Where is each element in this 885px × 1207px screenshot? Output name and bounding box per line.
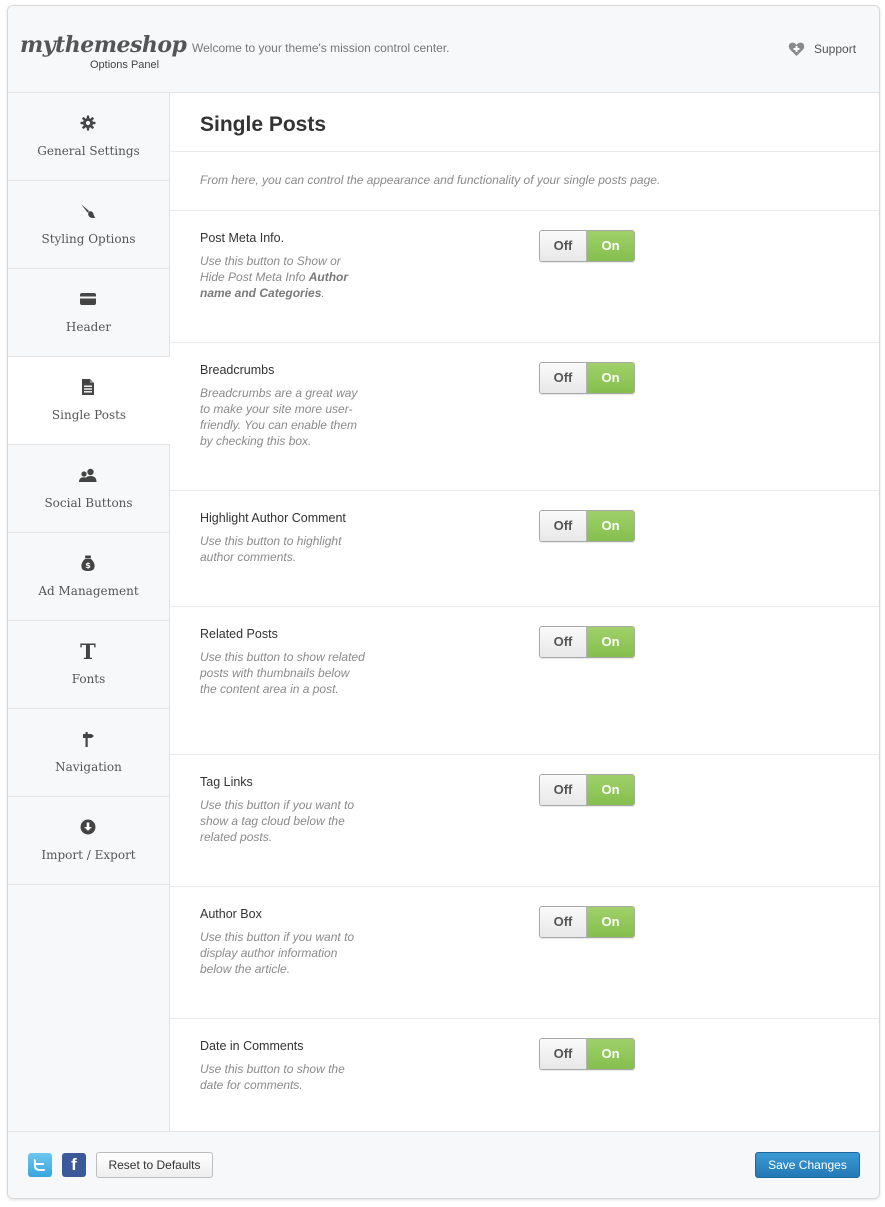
sidebar: General Settings Styling Options Header …	[8, 93, 170, 1131]
users-icon	[78, 465, 98, 485]
logo-subtitle: Options Panel	[90, 59, 160, 71]
option-description: Use this button to show the date for com…	[200, 1062, 345, 1092]
toggle-on[interactable]: On	[587, 231, 634, 261]
option-breadcrumbs: Breadcrumbs Breadcrumbs are a great way …	[170, 342, 879, 490]
sidebar-item-fonts[interactable]: T Fonts	[8, 621, 169, 709]
toggle-on[interactable]: On	[587, 907, 634, 937]
option-description: Use this button if you want to show a ta…	[200, 798, 355, 844]
facebook-icon: f	[71, 1155, 77, 1174]
sidebar-item-styling-options[interactable]: Styling Options	[8, 181, 169, 269]
brush-icon	[78, 201, 98, 221]
support-label: Support	[814, 42, 857, 56]
page-title: Single Posts	[200, 113, 327, 136]
logo[interactable]: mythemeshop	[20, 32, 187, 58]
option-description: Use this button to highlight author comm…	[200, 534, 342, 564]
toggle-switch[interactable]: Off On	[539, 230, 635, 262]
card-icon	[78, 289, 98, 309]
footer: f Reset to Defaults Save Changes	[8, 1131, 879, 1198]
toggle-switch[interactable]: Off On	[539, 362, 635, 394]
sidebar-item-navigation[interactable]: Navigation	[8, 709, 169, 797]
option-title: Date in Comments	[200, 1039, 304, 1053]
toggle-switch[interactable]: Off On	[539, 774, 635, 806]
sidebar-item-label: General Settings	[37, 144, 140, 158]
toggle-off[interactable]: Off	[540, 1039, 587, 1069]
option-title: Author Box	[200, 907, 262, 921]
toggle-on[interactable]: On	[587, 627, 634, 657]
option-description: Use this button if you want to display a…	[200, 930, 355, 976]
toggle-on[interactable]: On	[587, 1039, 634, 1069]
toggle-off[interactable]: Off	[540, 363, 587, 393]
toggle-off[interactable]: Off	[540, 231, 587, 261]
money-bag-icon: $	[78, 553, 98, 573]
toggle-switch[interactable]: Off On	[539, 906, 635, 938]
options-panel: mythemeshop Options Panel Welcome to you…	[7, 5, 880, 1199]
option-title: Tag Links	[200, 775, 253, 789]
option-post-meta-info: Post Meta Info. Use this button to Show …	[170, 210, 879, 342]
sidebar-item-single-posts[interactable]: Single Posts	[8, 357, 170, 445]
toggle-on[interactable]: On	[587, 511, 634, 541]
main-content: Single Posts From here, you can control …	[170, 93, 879, 1131]
toggle-off[interactable]: Off	[540, 511, 587, 541]
sidebar-item-label: Ad Management	[38, 584, 139, 598]
sidebar-item-social-buttons[interactable]: Social Buttons	[8, 445, 169, 533]
gear-icon	[78, 113, 98, 133]
sidebar-item-import-export[interactable]: Import / Export	[8, 797, 169, 885]
toggle-off[interactable]: Off	[540, 775, 587, 805]
heart-plus-icon	[788, 42, 805, 56]
document-icon	[78, 377, 98, 397]
sidebar-item-general-settings[interactable]: General Settings	[8, 93, 169, 181]
signpost-icon	[78, 729, 98, 749]
option-title: Highlight Author Comment	[200, 511, 346, 525]
toggle-switch[interactable]: Off On	[539, 1038, 635, 1070]
sidebar-item-ad-management[interactable]: $ Ad Management	[8, 533, 169, 621]
toggle-off[interactable]: Off	[540, 627, 587, 657]
option-highlight-author-comment: Highlight Author Comment Use this button…	[170, 490, 879, 606]
toggle-on[interactable]: On	[587, 775, 634, 805]
divider	[170, 151, 879, 152]
toggle-switch[interactable]: Off On	[539, 510, 635, 542]
sidebar-item-label: Import / Export	[41, 848, 136, 862]
facebook-button[interactable]: f	[62, 1153, 86, 1177]
option-title: Post Meta Info.	[200, 231, 285, 245]
option-description: Use this button to Show or Hide Post Met…	[200, 253, 365, 301]
download-circle-icon	[78, 817, 98, 837]
option-date-in-comments: Date in Comments Use this button to show…	[170, 1018, 879, 1131]
sidebar-item-label: Single Posts	[51, 408, 127, 422]
option-author-box: Author Box Use this button if you want t…	[170, 886, 879, 1018]
header: mythemeshop Options Panel Welcome to you…	[8, 6, 879, 93]
type-icon: T	[78, 641, 98, 661]
option-related-posts: Related Posts Use this button to show re…	[170, 606, 879, 754]
svg-text:T: T	[80, 642, 96, 660]
toggle-switch[interactable]: Off On	[539, 626, 635, 658]
option-description: Use this button to show related posts wi…	[200, 650, 365, 696]
option-description: Breadcrumbs are a great way to make your…	[200, 386, 358, 448]
option-title: Related Posts	[200, 627, 278, 641]
reset-to-defaults-button[interactable]: Reset to Defaults	[96, 1152, 213, 1178]
option-tag-links: Tag Links Use this button if you want to…	[170, 754, 879, 886]
save-changes-button[interactable]: Save Changes	[755, 1152, 860, 1178]
toggle-off[interactable]: Off	[540, 907, 587, 937]
sidebar-item-label: Fonts	[71, 672, 106, 686]
option-desc-tail: .	[321, 286, 325, 300]
intro-text: From here, you can control the appearanc…	[200, 173, 661, 187]
sidebar-item-label: Header	[65, 320, 112, 334]
sidebar-item-header[interactable]: Header	[8, 269, 169, 357]
sidebar-item-label: Styling Options	[41, 232, 136, 246]
toggle-on[interactable]: On	[587, 363, 634, 393]
support-link[interactable]: Support	[788, 40, 856, 58]
sidebar-item-label: Navigation	[55, 760, 122, 774]
welcome-text: Welcome to your theme's mission control …	[192, 41, 450, 55]
svg-text:$: $	[85, 561, 91, 570]
twitter-icon	[34, 1159, 46, 1171]
sidebar-item-label: Social Buttons	[44, 496, 133, 510]
twitter-button[interactable]	[28, 1153, 52, 1177]
option-title: Breadcrumbs	[200, 363, 275, 377]
